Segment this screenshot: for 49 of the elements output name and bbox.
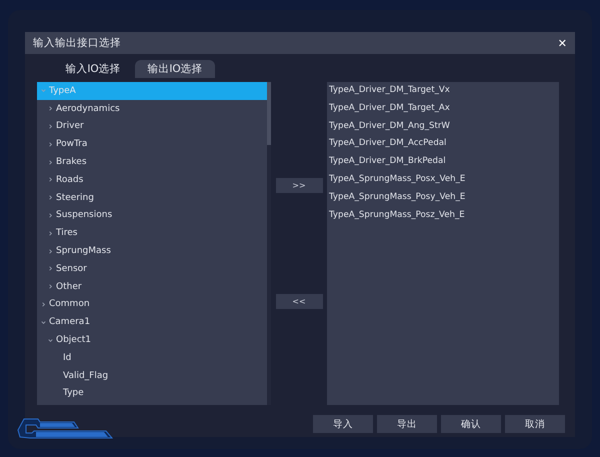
tree-item[interactable]: Other [37,278,267,296]
tree-item[interactable]: Camera1 [37,313,267,332]
chevron-right-icon[interactable] [47,122,54,130]
dialog-button[interactable]: 导出 [377,415,437,433]
list-item[interactable]: TypeA_Driver_DM_AccPedal [327,135,559,154]
tree-item[interactable]: Valid_Flag [37,366,267,385]
list-item[interactable]: TypeA_SprungMass_Posy_Veh_E [327,188,559,207]
list-item[interactable]: TypeA_Driver_DM_Target_Ax [327,100,559,118]
list-item[interactable]: TypeA_Driver_DM_BrkPedal [327,153,559,171]
list-item[interactable]: TypeA_SprungMass_Posz_Veh_E [327,206,559,224]
chevron-right-icon[interactable] [47,248,54,255]
tree-item[interactable]: Driver [37,118,267,136]
add-button[interactable]: >> [276,178,322,193]
chevron-right-icon[interactable] [47,283,54,290]
tree-item[interactable]: Aerodynamics [37,100,267,118]
chevron-down-icon[interactable] [40,318,47,326]
tab[interactable]: 输出IO选择 [135,60,215,78]
chevron-right-icon[interactable] [47,230,54,237]
tree-item[interactable]: Sensor [37,260,267,278]
tree-item[interactable]: Steering [37,188,267,207]
tree-item[interactable]: Roads [37,170,267,189]
tree-item[interactable]: Suspensions [37,206,267,224]
dialog-button[interactable]: 取消 [505,415,565,433]
close-button[interactable]: ✕ [558,36,567,50]
chevron-right-icon[interactable] [47,176,54,184]
list-item[interactable]: TypeA_Driver_DM_Ang_StrW [327,118,559,136]
chevron-right-icon[interactable] [47,194,54,202]
dialog-button[interactable]: 确认 [441,415,501,433]
tree-item[interactable]: Common [37,296,267,314]
chevron-right-icon[interactable] [47,140,54,148]
chevron-right-icon[interactable] [40,300,47,308]
chevron-right-icon[interactable] [47,158,54,166]
remove-button[interactable]: << [276,294,322,309]
dialog-button[interactable]: 导入 [313,415,373,433]
tree-item[interactable]: PowTra [37,135,267,154]
tree-item[interactable]: Object1 [37,331,267,349]
chevron-down-icon[interactable] [47,336,54,344]
list-item[interactable]: TypeA_Driver_DM_Target_Vx [327,82,559,100]
chevron-right-icon[interactable] [47,265,54,272]
tree-item[interactable]: Type [37,384,267,402]
tree-item[interactable]: Brakes [37,153,267,171]
tab[interactable]: 输入IO选择 [53,60,133,78]
window-title: 输入输出接口选择 [33,36,121,50]
tree-item[interactable]: Id [37,348,267,367]
chevron-right-icon[interactable] [47,105,54,112]
tree-item[interactable]: Tires [37,224,267,242]
list-item[interactable]: TypeA_SprungMass_Posx_Veh_E [327,170,559,189]
chevron-right-icon[interactable] [47,212,54,219]
tree-item[interactable]: SprungMass [37,242,267,260]
